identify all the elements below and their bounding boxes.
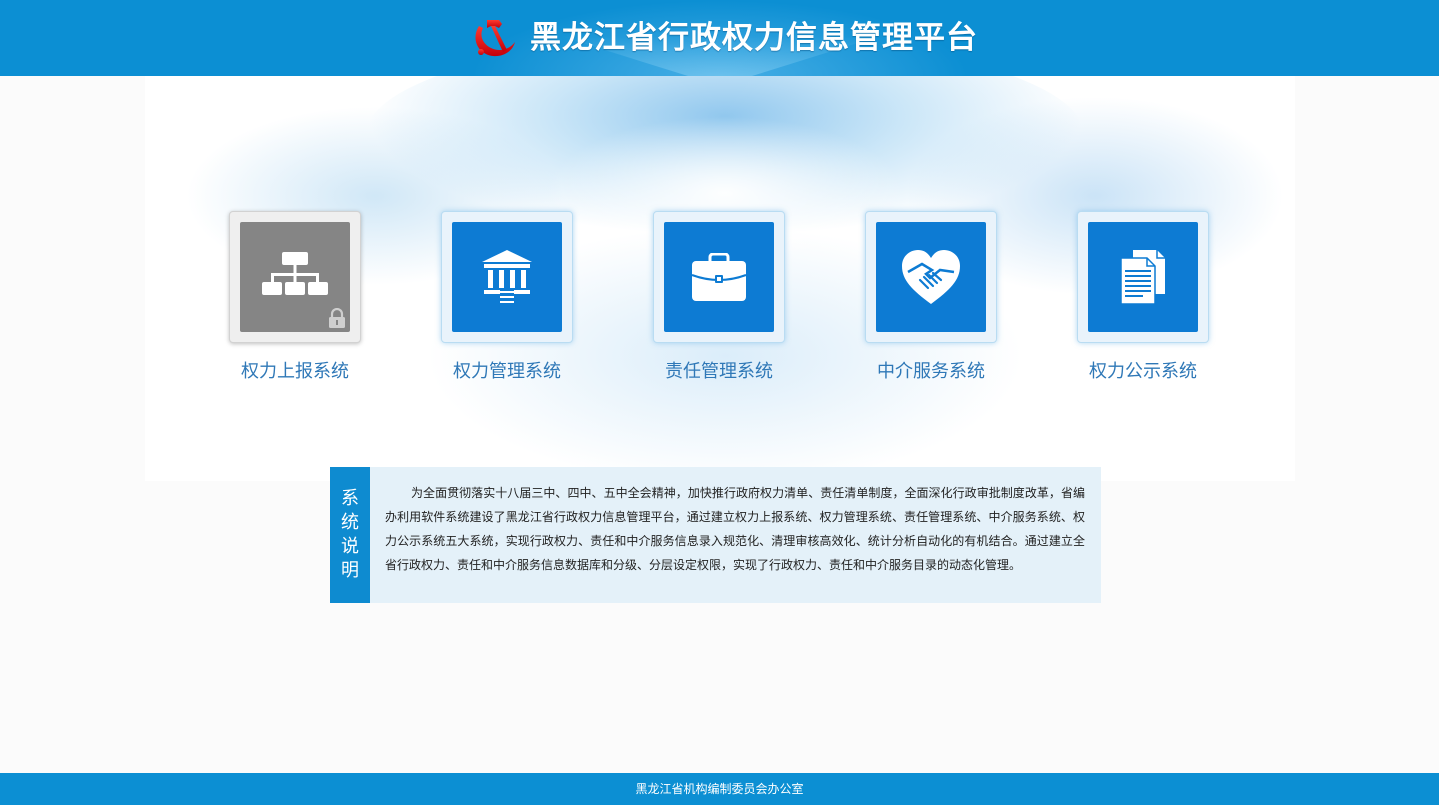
heart-handshake-icon [902,250,960,304]
module-tile [876,222,986,332]
lock-icon [329,308,345,328]
briefcase-icon [692,253,746,301]
module-tile [452,222,562,332]
government-building-icon [482,250,532,303]
org-chart-icon [262,252,328,295]
module-label: 中介服务系统 [877,361,985,382]
tab-char: 系 [341,488,359,509]
module-power-publicity[interactable]: 权力公示系统 [1077,211,1209,383]
party-emblem-icon [475,20,515,57]
module-tile-frame [229,211,361,343]
module-label: 责任管理系统 [665,361,773,382]
module-responsibility-management[interactable]: 责任管理系统 [653,211,785,383]
module-tile-frame [1077,211,1209,343]
module-tile-frame [865,211,997,343]
module-power-report[interactable]: 权力上报系统 [229,211,361,383]
footer-bar: 黑龙江省机构编制委员会办公室 [0,773,1439,805]
module-tile [1088,222,1198,332]
system-description-panel: 系 统 说 明 为全面贯彻落实十八届三中、四中、五中全会精神，加快推行政府权力清… [330,467,1101,603]
module-label: 权力上报系统 [241,361,349,382]
module-label: 权力公示系统 [1089,361,1197,382]
tab-char: 明 [341,560,359,581]
module-tile [240,222,350,332]
footer-text: 黑龙江省机构编制委员会办公室 [635,782,804,796]
system-description-tab: 系 统 说 明 [330,467,370,603]
module-label: 权力管理系统 [453,361,561,382]
documents-icon [1121,250,1165,304]
module-tile [664,222,774,332]
page: 黑龙江省行政权力信息管理平台 权力上报系统 权力管理系统 责任管理系统 中介服务… [0,0,1439,805]
module-tile-frame [441,211,573,343]
page-title: 黑龙江省行政权力信息管理平台 [530,20,978,56]
tab-char: 说 [341,536,359,557]
header-bar: 黑龙江省行政权力信息管理平台 [0,0,1439,76]
module-tile-frame [653,211,785,343]
module-power-management[interactable]: 权力管理系统 [441,211,573,383]
module-intermediary-service[interactable]: 中介服务系统 [865,211,997,383]
system-description-text: 为全面贯彻落实十八届三中、四中、五中全会精神，加快推行政府权力清单、责任清单制度… [385,486,1085,572]
tab-char: 统 [341,512,359,533]
